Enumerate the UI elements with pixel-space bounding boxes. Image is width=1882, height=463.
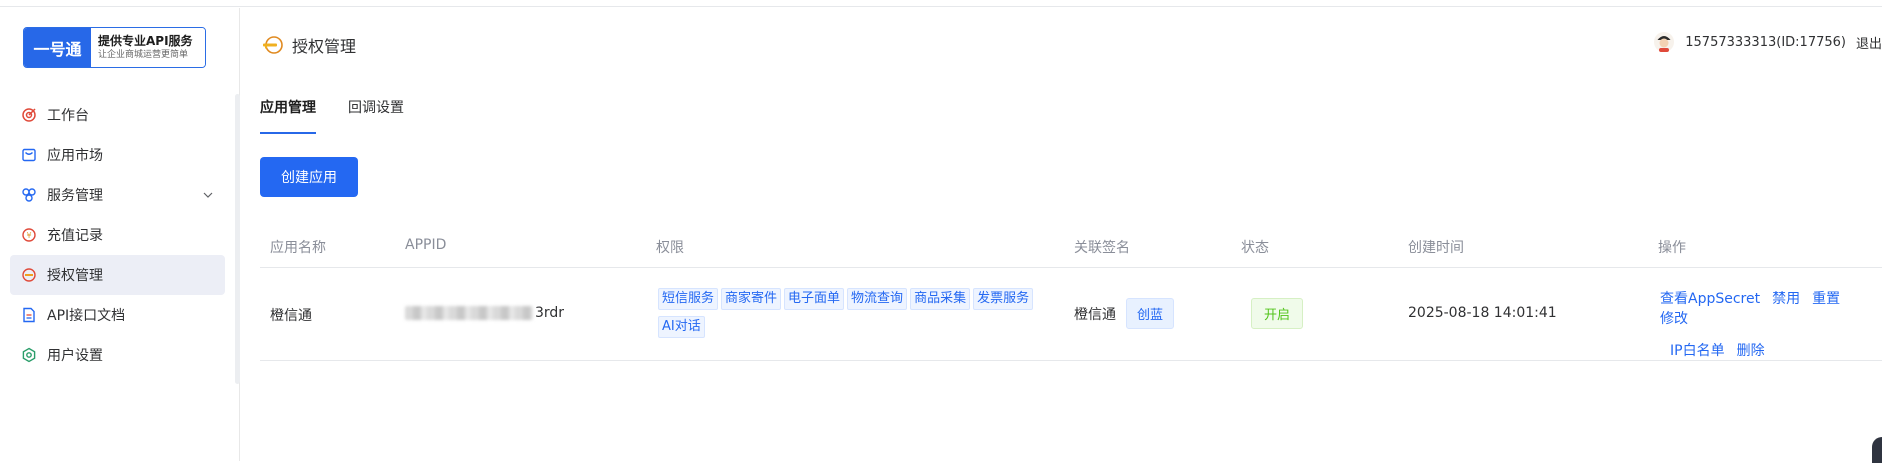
logo-subslogan: 让企业商城运营更简单: [98, 49, 205, 61]
column-header-name: 应用名称: [270, 237, 326, 257]
create-app-button[interactable]: 创建应用: [260, 157, 358, 197]
logout-link[interactable]: 退出: [1856, 33, 1882, 52]
column-header-appid: APPID: [405, 237, 446, 253]
sidebar-item-service[interactable]: 服务管理: [10, 175, 225, 215]
disable-link[interactable]: 禁用: [1772, 291, 1800, 307]
created-time: 2025-08-18 14:01:41: [1408, 305, 1557, 321]
sidebar-item-label: 服务管理: [47, 185, 103, 205]
service-icon: [21, 187, 37, 203]
sidebar-item-auth[interactable]: 授权管理: [10, 255, 225, 295]
view-appsecret-link[interactable]: 查看AppSecret: [1660, 291, 1760, 307]
permission-tag: 发票服务: [973, 288, 1033, 310]
logo-brand: 一号通: [24, 28, 91, 67]
sidebar-item-label: 应用市场: [47, 145, 103, 165]
table-header: 应用名称 APPID 权限 关联签名 状态 创建时间 操作: [260, 225, 1882, 268]
reset-link[interactable]: 重置: [1812, 291, 1840, 307]
sidebar-item-market[interactable]: 应用市场: [10, 135, 225, 175]
sidebar-item-label: 用户设置: [47, 345, 103, 365]
permission-tag: 商家寄件: [721, 288, 781, 310]
appid-redacted: [405, 306, 533, 320]
row-actions: 查看AppSecret 禁用重置修改 IP白名单删除: [1660, 288, 1882, 360]
sidebar-item-recharge[interactable]: ¥ 充值记录: [10, 215, 225, 255]
header: 授权管理 15757333313(ID:17756) 退出: [241, 8, 1882, 78]
table-row: 橙信通 3rdr 短信服务商家寄件电子面单物流查询商品采集发票服务 AI对话 橙信…: [260, 268, 1882, 361]
signature-name: 橙信通: [1074, 307, 1116, 323]
appid-suffix: 3rdr: [535, 305, 564, 321]
key-icon: [21, 267, 37, 283]
sidebar-item-label: 授权管理: [47, 265, 103, 285]
signature-cell: 橙信通创蓝: [1074, 298, 1174, 329]
column-header-signature: 关联签名: [1074, 237, 1130, 257]
edit-link[interactable]: 修改: [1660, 311, 1688, 327]
permission-tags: 短信服务商家寄件电子面单物流查询商品采集发票服务 AI对话: [658, 288, 1058, 344]
page-title-text: 授权管理: [292, 33, 356, 57]
avatar[interactable]: [1653, 31, 1675, 53]
status-cell: 开启: [1251, 298, 1303, 329]
key-icon: [261, 33, 285, 57]
user-account: 15757333313(ID:17756): [1685, 35, 1846, 50]
document-icon: [21, 307, 37, 323]
tab-app-management[interactable]: 应用管理: [260, 96, 316, 136]
permission-tag: 物流查询: [847, 288, 907, 310]
dashboard-icon: [21, 107, 37, 123]
permission-tag: 电子面单: [784, 288, 844, 310]
top-border: [0, 0, 1882, 7]
column-header-actions: 操作: [1658, 237, 1686, 257]
app-id: 3rdr: [405, 305, 564, 321]
signature-tag: 创蓝: [1126, 298, 1174, 329]
sidebar-item-api-docs[interactable]: API接口文档: [10, 295, 225, 335]
settings-icon: [21, 347, 37, 363]
tab-callback-settings[interactable]: 回调设置: [348, 96, 404, 136]
permission-tag: 短信服务: [658, 288, 718, 310]
user-info: 15757333313(ID:17756) 退出: [1653, 31, 1882, 53]
recharge-icon: ¥: [21, 227, 37, 243]
permission-tag: 商品采集: [910, 288, 970, 310]
sidebar-scrollbar[interactable]: [235, 94, 240, 384]
column-header-created: 创建时间: [1408, 237, 1464, 257]
logo-slogan: 提供专业API服务: [98, 33, 205, 49]
sidebar-item-dashboard[interactable]: 工作台: [10, 95, 225, 135]
sidebar-nav: 工作台 应用市场 服务管理 ¥ 充值记录 授权管理: [10, 95, 225, 375]
logo[interactable]: 一号通 提供专业API服务 让企业商城运营更简单: [23, 27, 206, 68]
svg-text:¥: ¥: [26, 231, 31, 240]
sidebar-item-user-settings[interactable]: 用户设置: [10, 335, 225, 375]
app-table: 应用名称 APPID 权限 关联签名 状态 创建时间 操作 橙信通 3rdr 短…: [260, 225, 1882, 361]
floating-widget[interactable]: [1872, 437, 1882, 463]
delete-link[interactable]: 删除: [1737, 343, 1765, 359]
tab-bar: 应用管理 回调设置: [260, 96, 436, 136]
sidebar: 一号通 提供专业API服务 让企业商城运营更简单 工作台 应用市场 服务管理: [0, 8, 240, 461]
column-header-permissions: 权限: [656, 237, 684, 257]
status-badge: 开启: [1251, 298, 1303, 329]
column-header-status: 状态: [1241, 237, 1269, 257]
sidebar-item-label: 工作台: [47, 105, 89, 125]
app-name: 橙信通: [270, 305, 312, 325]
permission-tag: AI对话: [658, 316, 705, 338]
sidebar-item-label: 充值记录: [47, 225, 103, 245]
page-title: 授权管理: [261, 33, 356, 57]
chevron-down-icon: [201, 188, 215, 202]
sidebar-item-label: API接口文档: [47, 305, 125, 325]
ip-whitelist-link[interactable]: IP白名单: [1670, 343, 1725, 359]
market-icon: [21, 147, 37, 163]
